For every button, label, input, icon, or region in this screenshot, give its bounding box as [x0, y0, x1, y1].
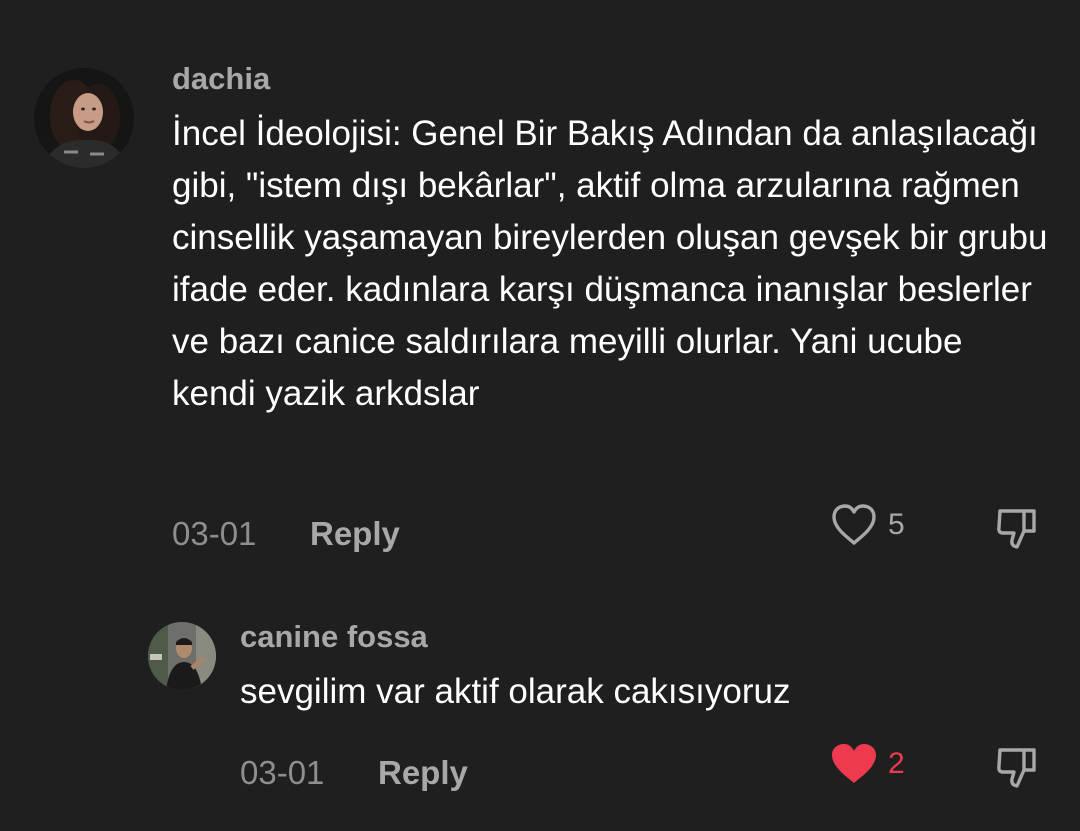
- comment: dachia İncel İdeolojisi: Genel Bir Bakış…: [0, 0, 1080, 580]
- avatar[interactable]: [34, 68, 134, 168]
- like-count: 2: [888, 747, 905, 780]
- reply-date: 03-01: [240, 754, 325, 791]
- comment-date: 03-01: [172, 515, 257, 552]
- comment-text: İncel İdeolojisi: Genel Bir Bakış Adında…: [172, 114, 1048, 413]
- avatar-image: [34, 68, 134, 168]
- heart-outline-icon: [832, 504, 876, 545]
- reply-comment: canine fossa sevgilim var aktif olarak c…: [0, 600, 1080, 831]
- avatar[interactable]: [148, 622, 216, 690]
- like-count: 5: [888, 508, 905, 541]
- like-button[interactable]: [830, 742, 878, 786]
- dislike-button[interactable]: [993, 742, 1041, 790]
- thumbs-down-icon: [997, 509, 1036, 549]
- avatar-image: [148, 622, 216, 690]
- reply-button[interactable]: Reply: [310, 516, 400, 552]
- reply-username[interactable]: canine fossa: [240, 620, 428, 654]
- dislike-button[interactable]: [993, 503, 1041, 551]
- thumbs-down-icon: [997, 748, 1036, 788]
- reply-text: sevgilim var aktif olarak cakısıyoruz: [240, 672, 791, 711]
- heart-filled-icon: [832, 744, 876, 783]
- like-button[interactable]: [830, 503, 878, 547]
- reply-button[interactable]: Reply: [378, 755, 468, 791]
- comment-username[interactable]: dachia: [172, 62, 270, 96]
